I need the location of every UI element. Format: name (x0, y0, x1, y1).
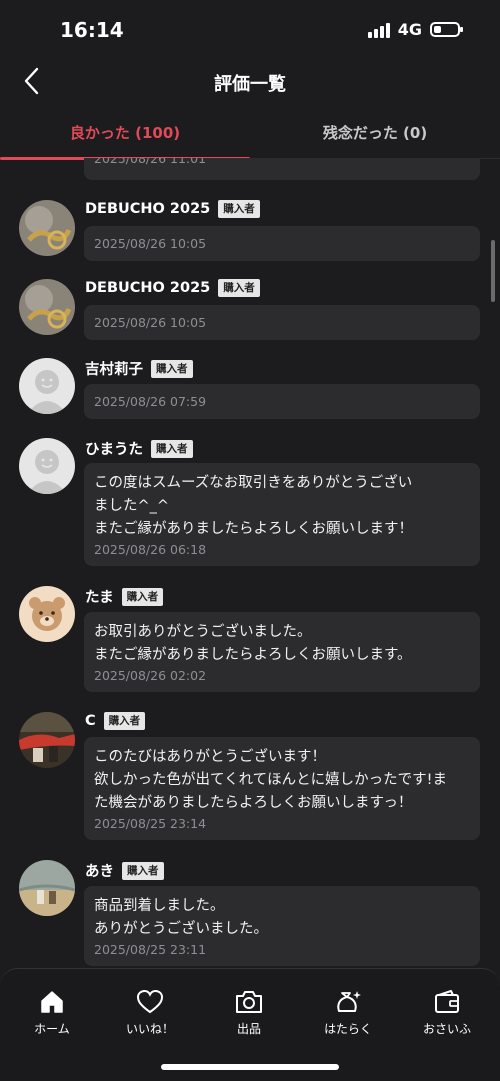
reviewer-row: DEBUCHO 2025 購入者 (85, 200, 260, 218)
bag-sparkle-icon (337, 991, 361, 1012)
review-message: お取引ありがとうございました。 またご縁がありましたらよろしくお願いします。 (94, 624, 412, 663)
avatar[interactable] (19, 200, 75, 256)
buyer-badge: 購入者 (103, 712, 146, 730)
nav-home-label: ホーム (34, 1022, 70, 1036)
buyer-badge: 購入者 (218, 200, 260, 218)
reviewer-row: あき 購入者 (85, 860, 164, 881)
buyer-badge: 購入者 (151, 359, 193, 378)
review-message: このたびはありがとうございます！ 欲しかった色が出てくれてほんとに嬉しかったです… (94, 749, 447, 811)
reviewer-name[interactable]: DEBUCHO 2025 (85, 280, 210, 296)
reviewer-row: C 購入者 (85, 712, 146, 730)
nav-home[interactable]: ホーム (7, 989, 97, 1037)
wallet-icon (435, 990, 459, 1013)
status-bar: 16:14 4G (0, 0, 500, 60)
nav-wallet[interactable]: おさいふ (402, 989, 492, 1037)
scrollbar[interactable] (491, 240, 495, 302)
buyer-badge: 購入者 (218, 279, 260, 297)
buyer-badge: 購入者 (122, 861, 164, 880)
tab-bar: 良かった (100) 残念だった (0) (0, 106, 500, 160)
nav-bar: 評価一覧 (0, 60, 500, 106)
review-date: 2025/08/25 23:14 (94, 816, 207, 831)
review-date: 2025/08/26 02:02 (94, 668, 207, 683)
reviewer-name[interactable]: 吉村莉子 (85, 358, 143, 379)
nav-like[interactable]: いいね！ (105, 989, 195, 1037)
avatar[interactable] (19, 860, 75, 916)
review-message: この度はスムーズなお取引きをありがとうござい ました^_^ またご縁がありました… (94, 475, 413, 537)
nav-sell[interactable]: 出品 (204, 989, 294, 1037)
review-message: 商品到着しました。 ありがとうございました。 (94, 898, 268, 937)
default-avatar-icon[interactable] (19, 438, 75, 494)
camera-icon (236, 991, 262, 1013)
status-time: 16:14 (60, 18, 124, 42)
review-bubble: 2025/08/26 10:05 (84, 226, 480, 261)
reviewer-row: 吉村莉子 購入者 (85, 358, 193, 379)
tab-good-label: 良かった (100) (69, 123, 181, 142)
home-icon (41, 991, 63, 1013)
reviewer-row: DEBUCHO 2025 購入者 (85, 279, 260, 297)
tab-bad-label: 残念だった (0) (322, 123, 428, 142)
reviewer-row: たま 購入者 (85, 586, 164, 607)
bear-avatar[interactable] (19, 586, 75, 642)
review-bubble: 2025/08/26 11:01 (84, 158, 480, 180)
review-list[interactable]: 2025/08/26 11:01 DEBUCHO 2025 購入者 2025/0… (0, 158, 500, 968)
avatar[interactable] (19, 279, 75, 335)
reviewer-name[interactable]: ひまうた (85, 438, 143, 459)
review-date: 2025/08/25 23:11 (94, 942, 207, 957)
tab-bad[interactable]: 残念だった (0) (250, 106, 500, 158)
buyer-badge: 購入者 (121, 587, 164, 606)
review-date: 2025/08/26 06:18 (94, 542, 207, 557)
review-bubble: 商品到着しました。 ありがとうございました。 2025/08/25 23:11 (84, 886, 480, 966)
home-indicator (161, 1064, 339, 1070)
review-date: 2025/08/26 11:01 (94, 158, 207, 166)
page-title: 評価一覧 (214, 74, 286, 95)
review-date: 2025/08/26 07:59 (94, 394, 207, 409)
tab-good[interactable]: 良かった (100) (0, 106, 250, 160)
default-avatar-icon[interactable] (19, 358, 75, 414)
review-bubble: 2025/08/26 10:05 (84, 305, 480, 340)
review-bubble: 2025/08/26 07:59 (84, 384, 480, 419)
review-date: 2025/08/26 10:05 (94, 236, 207, 251)
signal-icon (367, 22, 390, 38)
avatar[interactable] (19, 712, 75, 768)
nav-like-label: いいね！ (125, 1022, 174, 1036)
nav-sell-label: 出品 (236, 1022, 261, 1036)
review-bubble: このたびはありがとうございます！ 欲しかった色が出てくれてほんとに嬉しかったです… (84, 737, 480, 840)
buyer-badge: 購入者 (151, 439, 193, 458)
reviewer-name[interactable]: DEBUCHO 2025 (85, 201, 210, 217)
reviewer-name[interactable]: あき (85, 860, 114, 881)
nav-wallet-label: おさいふ (422, 1022, 471, 1036)
review-date: 2025/08/26 10:05 (94, 315, 207, 330)
reviewer-name[interactable]: C (85, 713, 96, 729)
reviewer-row: ひまうた 購入者 (85, 438, 193, 459)
nav-work[interactable]: はたらく (303, 989, 393, 1037)
review-bubble: この度はスムーズなお取引きをありがとうござい ました^_^ またご縁がありました… (84, 463, 480, 566)
heart-icon (136, 989, 164, 1014)
review-bubble: お取引ありがとうございました。 またご縁がありましたらよろしくお願いします。 2… (84, 612, 480, 692)
network-type: 4G (397, 20, 422, 39)
reviewer-name[interactable]: たま (85, 586, 114, 607)
battery-icon (430, 22, 463, 37)
nav-work-label: はたらく (324, 1022, 372, 1036)
